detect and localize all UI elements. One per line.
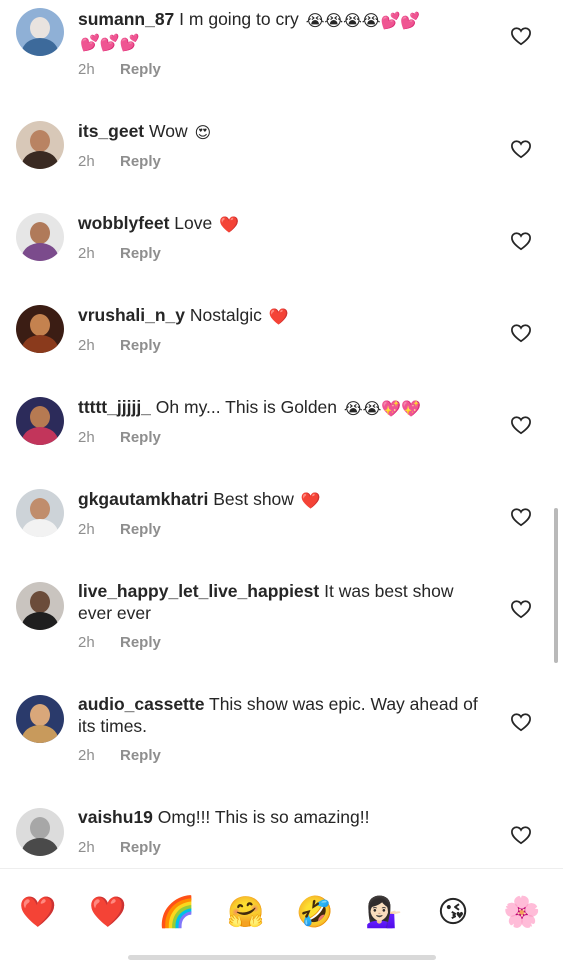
emoji-rofl-button[interactable]: 🤣 <box>295 893 335 933</box>
comment-meta: 2h Reply <box>78 839 161 856</box>
reply-button[interactable]: Reply <box>120 747 161 764</box>
comment-body: I m going to cry <box>179 9 299 29</box>
comment-username[interactable]: ttttt_jjjjj_ <box>78 397 151 417</box>
comment-text: wobblyfeet Love ❤️ <box>78 212 483 234</box>
reply-button[interactable]: Reply <box>120 634 161 651</box>
comment-username[interactable]: live_happy_let_live_happiest <box>78 581 319 601</box>
emoji-hugging-face-button[interactable]: 🤗 <box>226 893 266 933</box>
comment-text: vrushali_n_y Nostalgic ❤️ <box>78 304 483 326</box>
comment-text: gkgautamkhatri Best show ❤️ <box>78 488 483 510</box>
comment-username[interactable]: vrushali_n_y <box>78 305 185 325</box>
emoji-rainbow-button[interactable]: 🌈 <box>157 893 197 933</box>
comment-body: Oh my... This is Golden <box>155 397 338 417</box>
comment-meta: 2h Reply <box>78 747 161 764</box>
avatar[interactable] <box>16 808 64 856</box>
comment-meta: 2h Reply <box>78 337 161 354</box>
avatar[interactable] <box>16 489 64 537</box>
reply-button[interactable]: Reply <box>120 521 161 538</box>
heart-outline-icon[interactable] <box>510 26 532 46</box>
comment-meta: 2h Reply <box>78 634 161 651</box>
comment-meta: 2h Reply <box>78 429 161 446</box>
emoji-cherry-blossom-button[interactable]: 🌸 <box>502 893 542 933</box>
home-indicator <box>128 955 436 960</box>
comment-text: ttttt_jjjjj_ Oh my... This is Golden 😭😭💖… <box>78 396 483 418</box>
quick-emoji-bar: ❤️ ❤️ 🌈 🤗 🤣 💁🏻‍♀️ 😘 🌸 <box>0 868 563 960</box>
heart-outline-icon[interactable] <box>510 507 532 527</box>
comment-text: vaishu19 Omg!!! This is so amazing!! <box>78 806 483 828</box>
comment-emojis: 😍 <box>194 125 212 142</box>
emoji-red-heart-button[interactable]: ❤️ <box>88 893 128 933</box>
scrollbar-thumb[interactable] <box>554 508 558 663</box>
heart-outline-icon[interactable] <box>510 231 532 251</box>
avatar[interactable] <box>16 213 64 261</box>
comment-emojis: 😭😭💖💖 <box>343 401 422 418</box>
avatar[interactable] <box>16 8 64 56</box>
heart-outline-icon[interactable] <box>510 599 532 619</box>
comment-time: 2h <box>78 839 95 856</box>
reply-button[interactable]: Reply <box>120 429 161 446</box>
avatar[interactable] <box>16 397 64 445</box>
avatar[interactable] <box>16 582 64 630</box>
reply-button[interactable]: Reply <box>120 839 161 856</box>
comment-body: Omg!!! This is so amazing!! <box>157 807 370 827</box>
comment-username[interactable]: sumann_87 <box>78 9 174 29</box>
comment-body: Love <box>174 213 213 233</box>
comment-text: sumann_87 I m going to cry 😭😭😭😭💕💕 💕💕💕 <box>78 8 483 52</box>
comment-meta: 2h Reply <box>78 153 161 170</box>
comment-username[interactable]: audio_cassette <box>78 694 204 714</box>
emoji-tipping-hand-button[interactable]: 💁🏻‍♀️ <box>364 893 404 933</box>
comment-username[interactable]: its_geet <box>78 121 144 141</box>
comment-emojis-line2: 💕💕💕 <box>80 35 140 52</box>
comment-time: 2h <box>78 61 95 78</box>
comment-meta: 2h Reply <box>78 521 161 538</box>
comment-text: audio_cassette This show was epic. Way a… <box>78 693 483 737</box>
reply-button[interactable]: Reply <box>120 61 161 78</box>
comment-meta: 2h Reply <box>78 61 161 78</box>
emoji-face-blowing-kiss-button[interactable]: 😘 <box>433 893 473 933</box>
comment-time: 2h <box>78 521 95 538</box>
comment-time: 2h <box>78 245 95 262</box>
comment-time: 2h <box>78 747 95 764</box>
comment-body: Best show <box>213 489 294 509</box>
comment-emojis: ❤️ <box>268 309 289 326</box>
emoji-red-heart-button[interactable]: ❤️ <box>18 893 58 933</box>
comment-username[interactable]: vaishu19 <box>78 807 153 827</box>
avatar[interactable] <box>16 305 64 353</box>
heart-outline-icon[interactable] <box>510 825 532 845</box>
comment-emojis: ❤️ <box>219 217 240 234</box>
heart-outline-icon[interactable] <box>510 415 532 435</box>
comment-time: 2h <box>78 429 95 446</box>
heart-outline-icon[interactable] <box>510 139 532 159</box>
avatar[interactable] <box>16 695 64 743</box>
comment-text: its_geet Wow 😍 <box>78 120 483 142</box>
comment-time: 2h <box>78 153 95 170</box>
comment-emojis: 😭😭😭😭💕💕 <box>305 13 421 30</box>
avatar[interactable] <box>16 121 64 169</box>
comment-body: Nostalgic <box>189 305 262 325</box>
heart-outline-icon[interactable] <box>510 323 532 343</box>
comment-username[interactable]: wobblyfeet <box>78 213 169 233</box>
comment-text: live_happy_let_live_happiest It was best… <box>78 580 483 624</box>
comment-username[interactable]: gkgautamkhatri <box>78 489 208 509</box>
comment-time: 2h <box>78 634 95 651</box>
comment-time: 2h <box>78 337 95 354</box>
comments-list[interactable]: sumann_87 I m going to cry 😭😭😭😭💕💕 💕💕💕 2h… <box>0 0 563 868</box>
reply-button[interactable]: Reply <box>120 337 161 354</box>
comment-emojis: ❤️ <box>300 493 321 510</box>
comment-body: Wow <box>149 121 188 141</box>
heart-outline-icon[interactable] <box>510 712 532 732</box>
reply-button[interactable]: Reply <box>120 245 161 262</box>
comment-meta: 2h Reply <box>78 245 161 262</box>
reply-button[interactable]: Reply <box>120 153 161 170</box>
